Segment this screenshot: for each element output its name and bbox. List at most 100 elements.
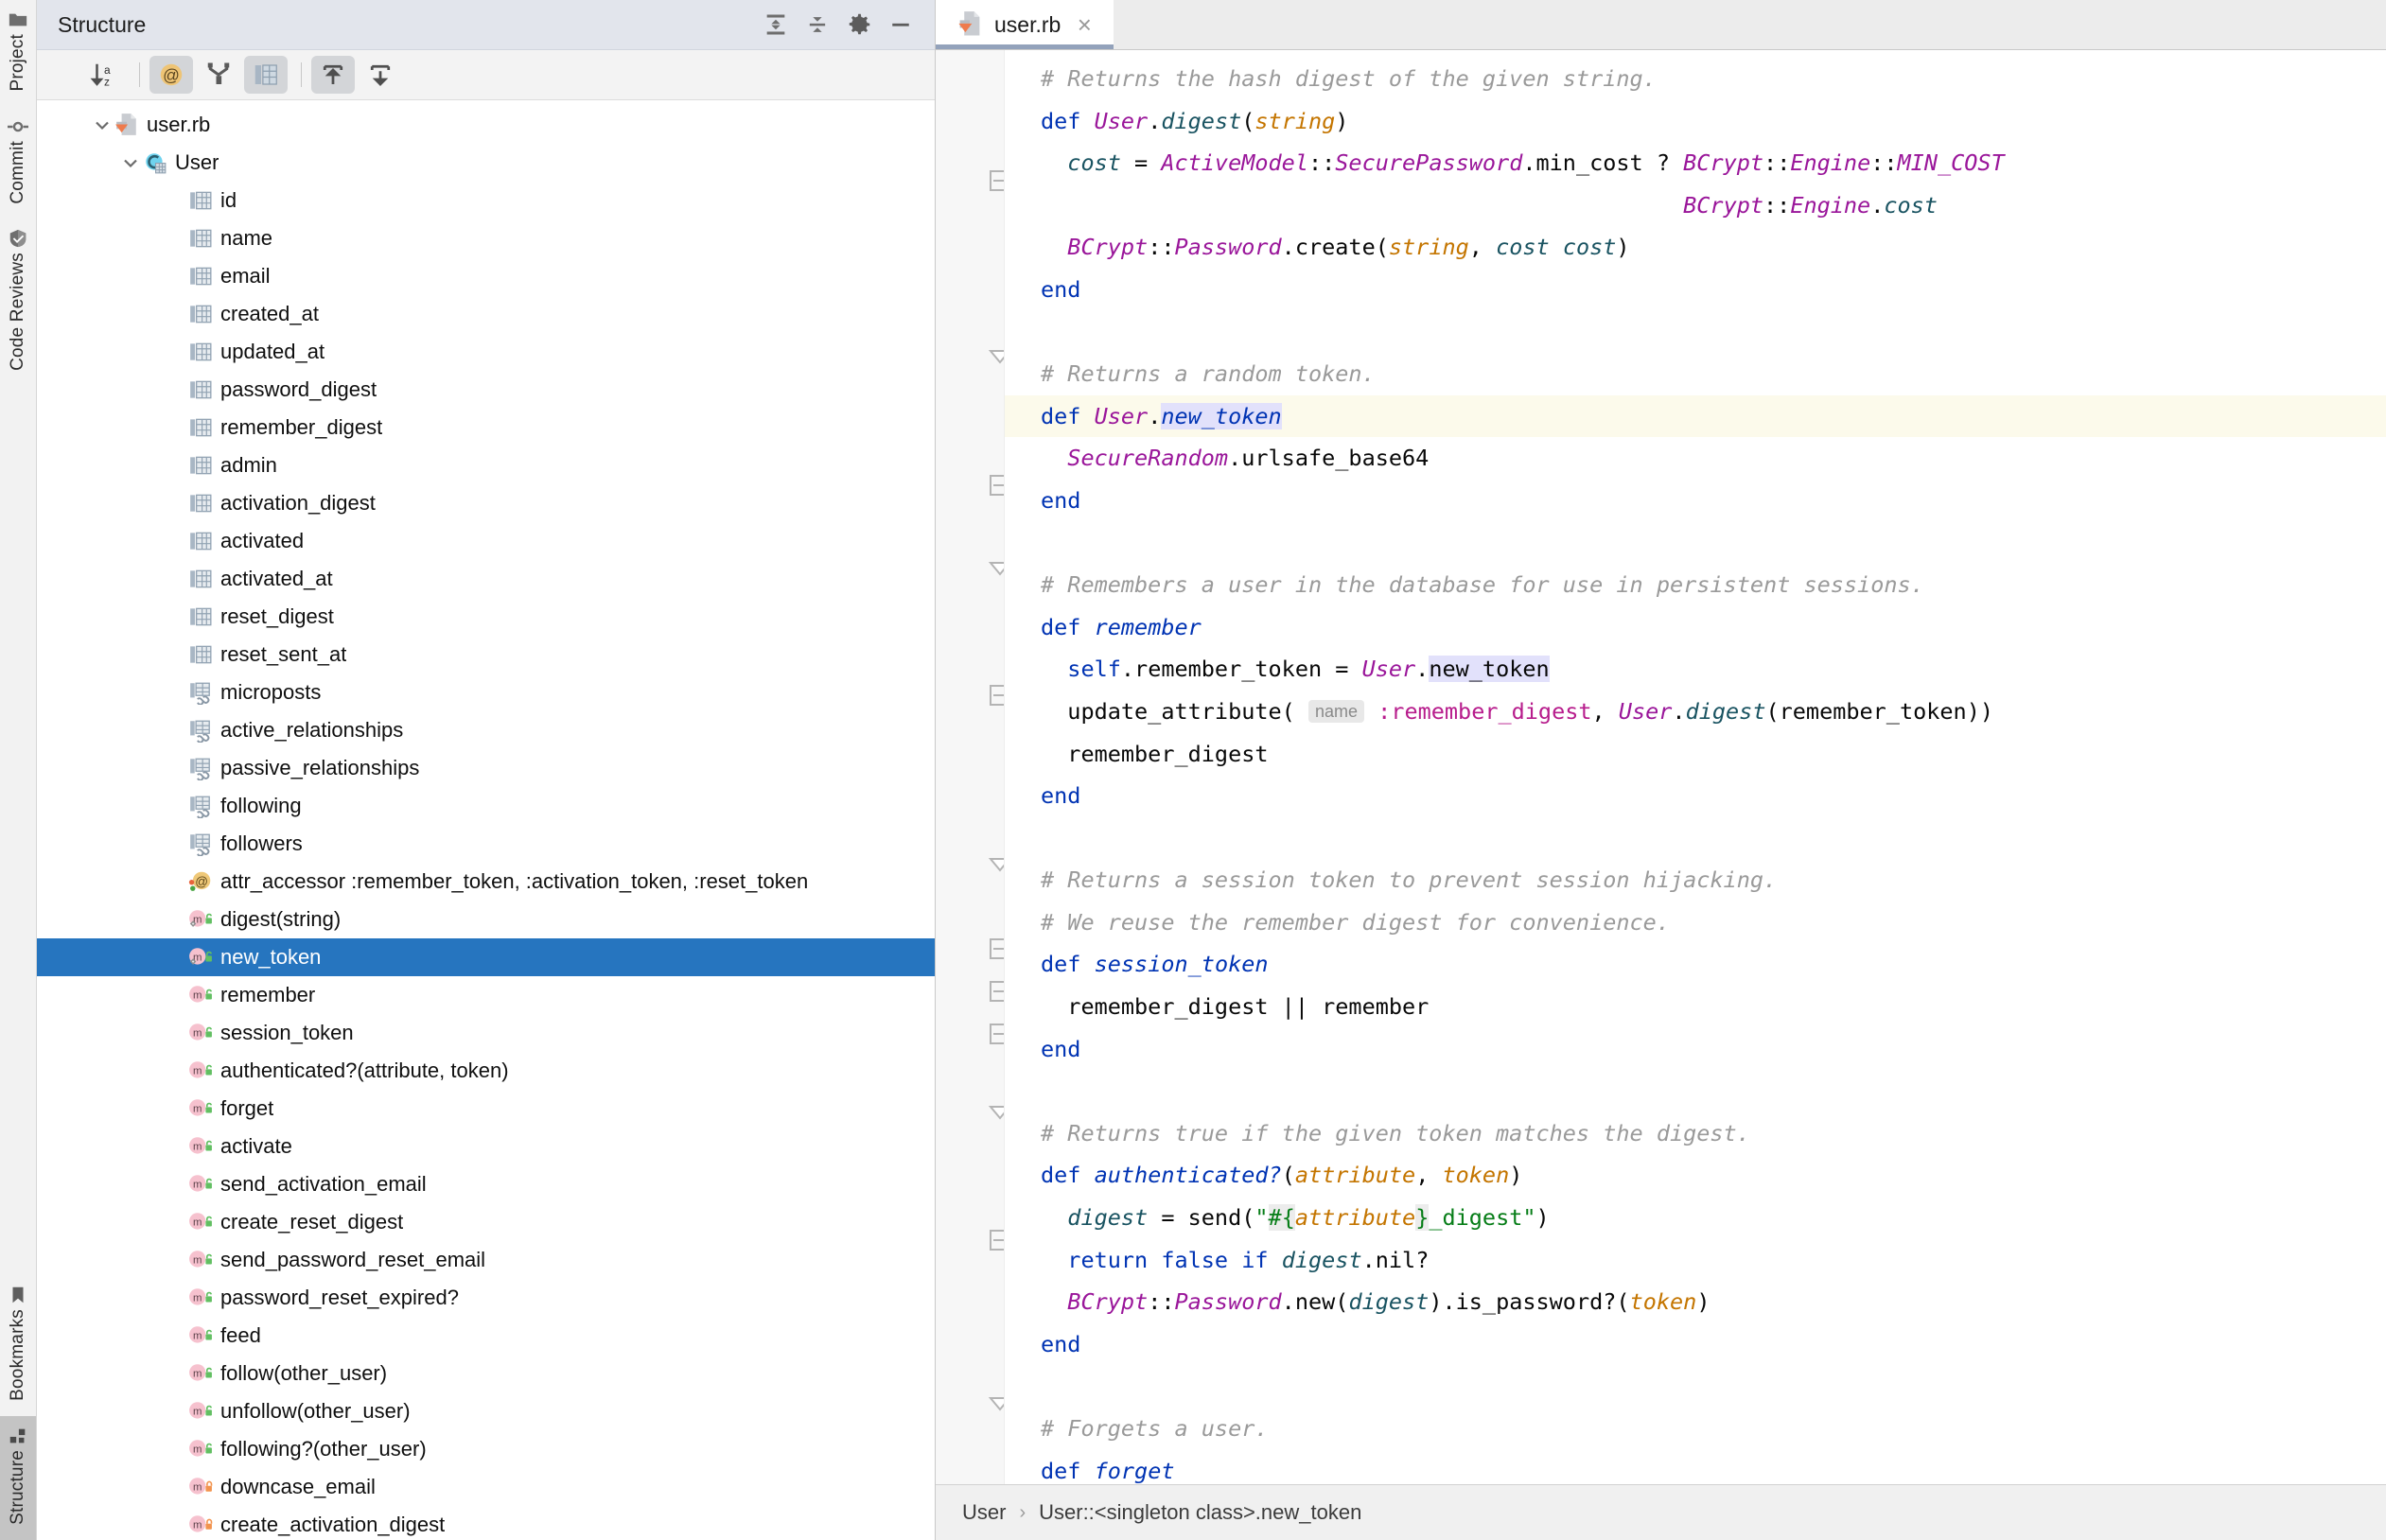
tree-row[interactable]: microposts <box>37 674 935 711</box>
tree-row-label: User <box>175 150 219 174</box>
chevron-down-icon[interactable] <box>118 150 143 175</box>
tree-row[interactable]: reset_digest <box>37 598 935 636</box>
tree-row[interactable]: id <box>37 182 935 219</box>
chevron-down-icon[interactable] <box>90 113 114 137</box>
tool-window-rail: Project Commit Code Reviews Bookmarks St… <box>0 0 37 1540</box>
breadcrumb-part-class[interactable]: User <box>962 1500 1006 1525</box>
method-public-icon-wrap: m <box>188 1361 213 1386</box>
tree-row-label: following?(other_user) <box>220 1437 427 1461</box>
db-association-icon-wrap <box>188 756 213 781</box>
settings-button[interactable] <box>838 4 880 45</box>
tree-row[interactable]: m following?(other_user) <box>37 1430 935 1468</box>
svg-text:m: m <box>193 1293 202 1304</box>
rail-item-code-reviews[interactable]: Code Reviews <box>0 219 36 386</box>
tree-row[interactable]: following <box>37 787 935 825</box>
tree-row[interactable]: name <box>37 219 935 257</box>
tree-row[interactable]: m create_reset_digest <box>37 1203 935 1241</box>
db-column-icon <box>190 229 212 248</box>
close-icon[interactable]: × <box>1072 10 1097 39</box>
expand-all-tree-button[interactable] <box>311 56 355 94</box>
structure-tree[interactable]: user.rb User id name email created_at updated_… <box>37 100 935 1540</box>
minimize-button[interactable] <box>880 4 921 45</box>
method-public-icon: m <box>189 1024 213 1041</box>
tree-row[interactable]: m digest(string) <box>37 901 935 938</box>
rail-item-commit[interactable]: Commit <box>0 107 36 219</box>
tree-row[interactable]: @ attr_accessor :remember_token, :activat… <box>37 863 935 901</box>
tree-row[interactable]: created_at <box>37 295 935 333</box>
db-column-icon <box>190 532 212 551</box>
sort-alphabetically-button[interactable]: a z <box>82 56 126 94</box>
structure-tool-window: Structure a z @ user.rb User id name ema… <box>37 0 936 1540</box>
code-line: def User.new_token <box>1005 394 2386 438</box>
code-line: # Returns a random token. <box>1041 360 1376 388</box>
tree-row[interactable]: activated <box>37 522 935 560</box>
tree-row[interactable]: active_relationships <box>37 711 935 749</box>
show-inherited-button[interactable] <box>197 56 240 94</box>
tree-row[interactable]: m send_password_reset_email <box>37 1241 935 1279</box>
code-content[interactable]: # Returns the hash digest of the given s… <box>1005 50 2386 1484</box>
db-column-icon <box>190 191 212 210</box>
db-column-icon-wrap <box>188 604 213 629</box>
tree-row[interactable]: m activate <box>37 1128 935 1165</box>
tree-row[interactable]: remember_digest <box>37 409 935 446</box>
attr-accessor-icon-wrap: @ <box>188 869 213 894</box>
tree-row[interactable]: m password_reset_expired? <box>37 1279 935 1317</box>
svg-text:m: m <box>193 990 202 1002</box>
code-line: end <box>1041 275 1081 303</box>
tree-row[interactable]: m forget <box>37 1090 935 1128</box>
tree-row[interactable]: followers <box>37 825 935 863</box>
editor-tab-label: user.rb <box>994 11 1061 37</box>
tree-row[interactable]: m feed <box>37 1317 935 1355</box>
db-column-icon <box>190 380 212 399</box>
collapse-all-button[interactable] <box>797 4 838 45</box>
tree-row[interactable]: m downcase_email <box>37 1468 935 1506</box>
rail-item-bookmarks[interactable]: Bookmarks <box>0 1275 36 1416</box>
code-line: # Returns a session token to prevent ses… <box>1041 866 1778 894</box>
tree-row[interactable]: admin <box>37 446 935 484</box>
editor-tab-user-rb[interactable]: user.rb × <box>936 0 1114 49</box>
show-properties-button[interactable]: @ <box>149 56 193 94</box>
tree-row[interactable]: User <box>37 144 935 182</box>
svg-text:m: m <box>193 1066 202 1077</box>
tree-row[interactable]: passive_relationships <box>37 749 935 787</box>
code-viewport[interactable]: # Returns the hash digest of the given s… <box>936 50 2386 1484</box>
tree-row[interactable]: m follow(other_user) <box>37 1355 935 1392</box>
tree-row[interactable]: activation_digest <box>37 484 935 522</box>
tree-row[interactable]: m session_token <box>37 1014 935 1052</box>
tree-row[interactable]: m authenticated?(attribute, token) <box>37 1052 935 1090</box>
tree-row-label: follow(other_user) <box>220 1361 388 1385</box>
collapse-all-tree-button[interactable] <box>359 56 402 94</box>
tree-row[interactable]: reset_sent_at <box>37 636 935 674</box>
tree-row[interactable]: password_digest <box>37 371 935 409</box>
tree-row[interactable]: m create_activation_digest <box>37 1506 935 1540</box>
tree-row[interactable]: m send_activation_email <box>37 1165 935 1203</box>
rail-label-commit: Commit <box>8 140 27 204</box>
method-public-icon: m <box>189 986 213 1003</box>
show-fields-button[interactable] <box>244 56 288 94</box>
tree-row-label: authenticated?(attribute, token) <box>220 1059 509 1082</box>
tree-row[interactable]: m unfollow(other_user) <box>37 1392 935 1430</box>
ruby-file-icon <box>958 11 980 36</box>
tree-row[interactable]: updated_at <box>37 333 935 371</box>
rail-item-structure[interactable]: Structure <box>0 1416 36 1540</box>
expand-all-button[interactable] <box>755 4 797 45</box>
tree-row[interactable]: activated_at <box>37 560 935 598</box>
breadcrumb-part-method[interactable]: User::<singleton class>.new_token <box>1039 1500 1361 1525</box>
db-column-icon-wrap <box>188 567 213 591</box>
tree-row[interactable]: email <box>37 257 935 295</box>
toolbar-separator <box>301 62 302 87</box>
db-column-icon-wrap <box>188 415 213 440</box>
tree-row[interactable]: m remember <box>37 976 935 1014</box>
rail-bottom-group: Bookmarks Structure <box>0 1275 36 1540</box>
editor-gutter[interactable] <box>936 50 1012 1484</box>
tree-row-label: microposts <box>220 680 322 704</box>
method-public-icon: m <box>189 1213 213 1230</box>
rail-label-bookmarks: Bookmarks <box>8 1309 27 1402</box>
tree-row[interactable]: user.rb <box>37 106 935 144</box>
rail-item-project[interactable]: Project <box>0 0 36 107</box>
db-column-icon-wrap <box>188 529 213 553</box>
method-public-icon-wrap: m <box>188 1399 213 1424</box>
tree-row-selected[interactable]: m new_token <box>37 938 935 976</box>
